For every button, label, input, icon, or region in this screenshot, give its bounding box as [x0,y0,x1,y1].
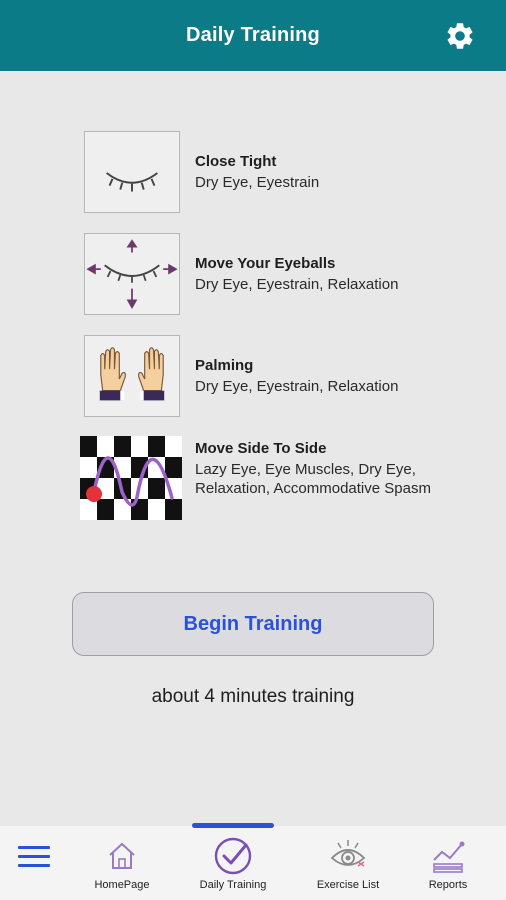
closed-eye-icon [84,131,180,213]
nav-item-exercise-list[interactable]: Exercise List [298,836,398,896]
house-icon [109,842,135,869]
app-header: Daily Training [0,0,506,71]
eye-movement-arrows-icon [84,233,180,315]
page-title: Daily Training [186,24,320,46]
check-circle-icon [214,837,252,875]
exercise-tags: Lazy Eye, Eye Muscles, Dry Eye, Relaxati… [195,461,431,497]
hamburger-icon-line [18,864,50,867]
exercise-title: Close Tight [195,153,277,170]
training-duration: about 4 minutes training [151,686,355,707]
palming-hands-icon [84,335,180,417]
exercise-title: Palming [195,357,254,374]
exercise-title: Move Your Eyeballs [195,255,336,272]
eye-icon [330,840,366,867]
exercise-tags: Dry Eye, Eyestrain [195,174,320,191]
chart-icon [433,841,465,873]
nav-label: HomePage [94,879,150,891]
nav-label: Reports [428,879,468,891]
active-tab-indicator [192,823,274,828]
hamburger-icon-line [18,855,50,858]
nav-label: Daily Training [199,879,267,891]
gear-icon [447,23,473,49]
exercise-title: Move Side To Side [195,440,327,457]
nav-item-reports[interactable]: Reports [398,836,498,896]
begin-training-button[interactable]: Begin Training [72,592,434,656]
exercise-tags: Dry Eye, Eyestrain, Relaxation [195,378,399,395]
hamburger-icon-line [18,846,50,849]
nav-item-daily-training[interactable]: Daily Training [183,836,283,896]
exercise-tags: Dry Eye, Eyestrain, Relaxation [195,276,399,293]
settings-button[interactable] [444,20,476,52]
begin-training-label: Begin Training [183,612,323,635]
checkerboard-bounce-icon [80,436,182,520]
nav-item-homepage[interactable]: HomePage [72,836,172,896]
menu-button[interactable] [18,846,52,872]
nav-label: Exercise List [316,879,380,891]
bottom-navigation: HomePage Daily Training Exercise List Re… [0,823,506,900]
